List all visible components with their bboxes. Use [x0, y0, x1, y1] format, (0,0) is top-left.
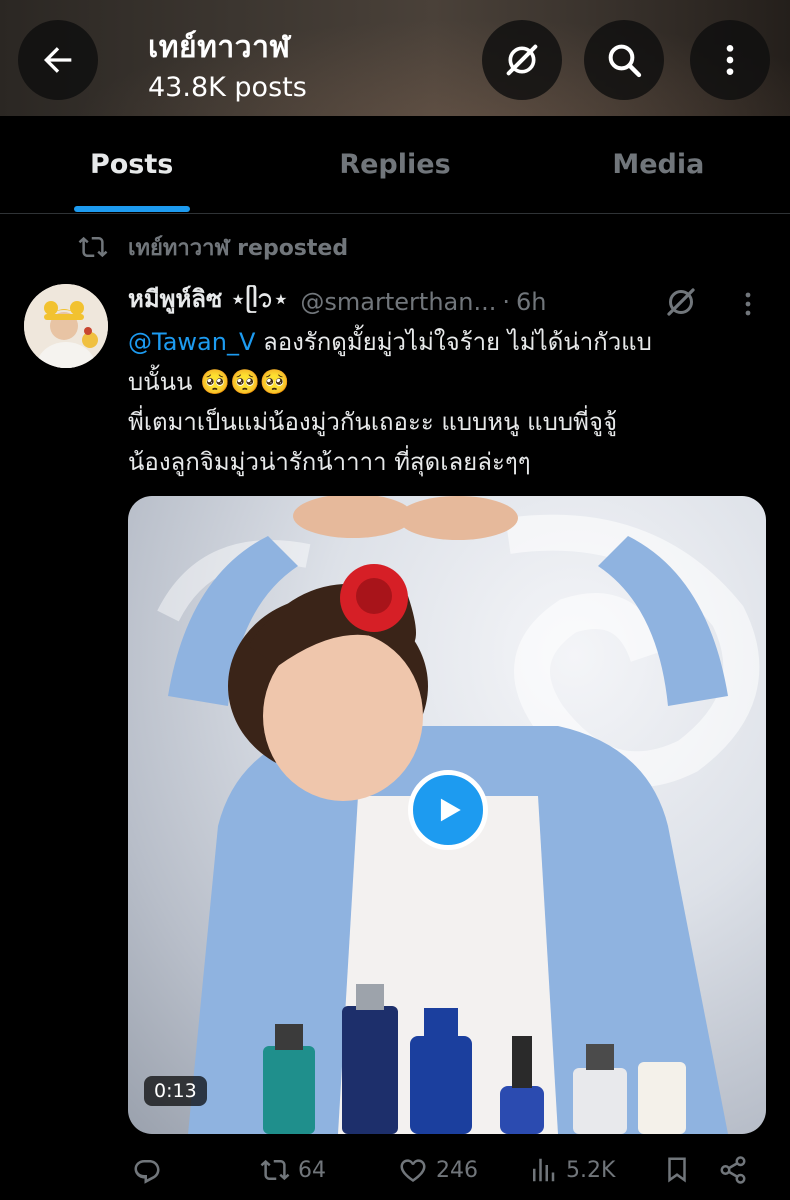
tweet-text: @Tawan_V ลองรักดูมั้ยมู่วไม่ใจร้าย ไม่ได… — [128, 322, 768, 482]
grok-icon[interactable] — [663, 284, 699, 320]
tweet-time[interactable]: 6h — [516, 288, 546, 316]
view-count: 5.2K — [566, 1157, 616, 1183]
share-icon — [720, 1156, 746, 1184]
analytics-icon — [533, 1158, 555, 1182]
tab-replies[interactable]: Replies — [263, 116, 526, 213]
like-count: 246 — [436, 1157, 478, 1183]
profile-header: เทย์ทาวาฬ 43.8K posts — [0, 0, 790, 116]
repost-count: 64 — [298, 1157, 326, 1183]
search-icon — [608, 44, 642, 78]
repost-icon — [78, 236, 108, 258]
repost-button[interactable]: 64 — [260, 1150, 326, 1190]
active-tab-indicator — [74, 206, 190, 212]
tweet-text-line: บนั้นน 🥺🥺🥺 — [128, 368, 290, 396]
more-vertical-icon[interactable] — [736, 290, 760, 318]
profile-tabs: Posts Replies Media — [0, 116, 790, 214]
grok-icon — [506, 44, 538, 76]
views-button[interactable]: 5.2K — [528, 1150, 615, 1190]
tweet-actions: 64 246 5.2K — [128, 1150, 768, 1190]
repost-label: เทย์ทาวาฬ reposted — [128, 235, 349, 261]
search-button[interactable] — [584, 20, 664, 100]
more-vertical-icon — [726, 45, 734, 75]
tweet-text-line: น้องลูกจิมมู่วน่ารักน้าาาา ที่สุดเลยล่ะๆ… — [128, 448, 531, 476]
arrow-left-icon — [44, 47, 72, 73]
bookmark-button[interactable] — [662, 1150, 692, 1190]
tweet-text-line: พี่เตมาเป็นแม่น้องมู่วกันเถอะะ แบบหนู แบ… — [128, 408, 618, 436]
more-options-button[interactable] — [690, 20, 770, 100]
avatar[interactable] — [24, 284, 108, 368]
reply-icon — [134, 1160, 160, 1184]
share-button[interactable] — [718, 1150, 748, 1190]
post-count: 43.8K posts — [148, 72, 307, 103]
tab-media[interactable]: Media — [527, 116, 790, 213]
repost-icon — [260, 1159, 290, 1181]
like-button[interactable]: 246 — [398, 1150, 478, 1190]
video-duration: 0:13 — [144, 1076, 207, 1106]
repost-context[interactable]: เทย์ทาวาฬ reposted — [78, 230, 348, 264]
play-icon — [440, 798, 461, 822]
play-button[interactable] — [408, 770, 488, 850]
bookmark-icon — [668, 1157, 686, 1183]
video-player[interactable]: 0:13 — [128, 496, 766, 1134]
profile-name: เทย์ทาวาฬ — [148, 30, 291, 65]
author-handle[interactable]: @smarterthan... — [300, 288, 496, 316]
mention-link[interactable]: @Tawan_V — [128, 328, 255, 356]
heart-icon — [400, 1159, 426, 1182]
author-display-name[interactable]: หมีพูห์ลิซ ⋆ᥫ᭡⋆ — [128, 279, 288, 325]
separator-dot: · — [502, 288, 510, 316]
grok-button[interactable] — [482, 20, 562, 100]
tab-posts[interactable]: Posts — [0, 116, 263, 213]
tweet-text-line: @Tawan_V ลองรักดูมั้ยมู่วไม่ใจร้าย ไม่ได… — [128, 322, 768, 362]
tweet-text-segment: ลองรักดูมั้ยมู่วไม่ใจร้าย ไม่ได้น่ากัวแบ — [255, 328, 652, 356]
back-button[interactable] — [18, 20, 98, 100]
reply-button[interactable] — [132, 1150, 162, 1190]
avatar-image — [24, 284, 108, 368]
